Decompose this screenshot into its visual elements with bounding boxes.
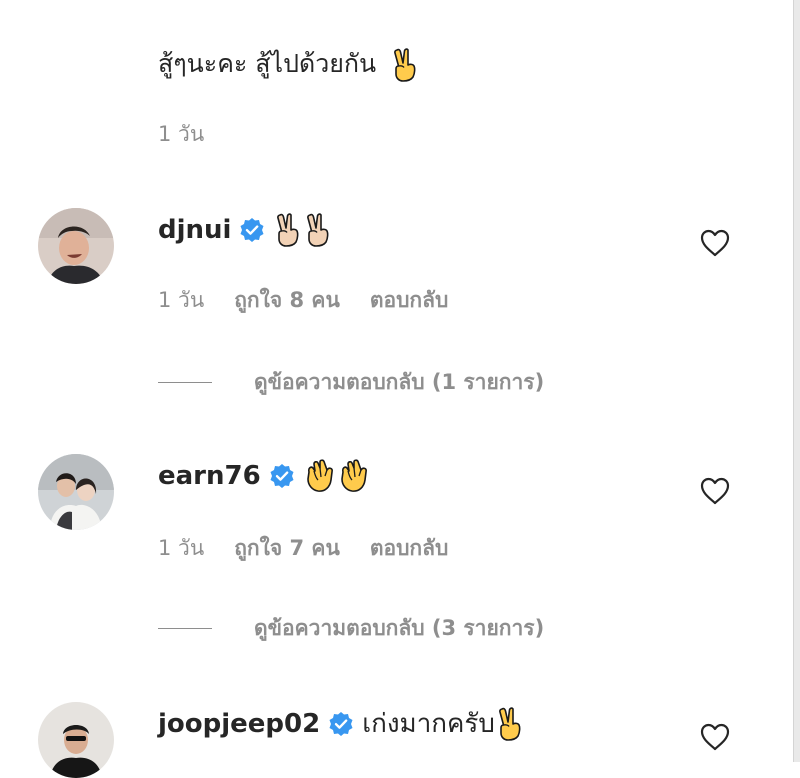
avatar[interactable] [38, 702, 114, 778]
reply-button[interactable]: ตอบกลับ [370, 532, 449, 564]
caption-text: สู้ๆนะคะ สู้ไปด้วยกัน [158, 49, 377, 78]
comment-timestamp: 1 วัน [158, 536, 205, 560]
view-replies-button[interactable]: ดูข้อความตอบกลับ (1 รายการ) [158, 366, 544, 398]
view-replies-button[interactable]: ดูข้อความตอบกลับ (3 รายการ) [158, 612, 544, 644]
avatar-image-icon [38, 702, 114, 778]
caption-timestamp: 1 วัน [158, 122, 205, 146]
heart-icon[interactable] [698, 720, 732, 754]
heart-icon[interactable] [698, 226, 732, 260]
victory-hand-icon [498, 707, 521, 741]
verified-badge-icon [240, 218, 264, 242]
heart-icon[interactable] [698, 474, 732, 508]
victory-hand-icon [277, 213, 299, 247]
reply-button[interactable]: ตอบกลับ [370, 284, 449, 316]
victory-hand-icon [394, 48, 416, 82]
clapping-hands-icon [306, 459, 333, 492]
scrollbar-track[interactable] [793, 0, 800, 762]
likes-count[interactable]: ถูกใจ 8 คน [234, 284, 340, 316]
likes-count[interactable]: ถูกใจ 7 คน [234, 532, 340, 564]
avatar[interactable] [38, 454, 114, 530]
comment-meta: 1 วัน ถูกใจ 7 คน ตอบกลับ [158, 532, 478, 564]
avatar[interactable] [38, 208, 114, 284]
victory-hand-icon [307, 213, 329, 247]
divider [158, 381, 212, 383]
view-replies-label[interactable]: ดูข้อความตอบกลับ (3 รายการ) [254, 612, 544, 644]
verified-badge-icon [270, 464, 294, 488]
view-replies-label[interactable]: ดูข้อความตอบกลับ (1 รายการ) [254, 366, 544, 398]
comment-text: เก่งมากครับ [362, 709, 495, 739]
caption: สู้ๆนะคะ สู้ไปด้วยกัน [158, 44, 420, 84]
comment-line: earn76 [158, 456, 371, 496]
avatar-image-icon [38, 208, 114, 284]
username[interactable]: djnui [158, 210, 231, 250]
clapping-hands-icon [340, 459, 367, 492]
username[interactable]: joopjeep02 [158, 704, 320, 744]
avatar-image-icon [38, 454, 114, 530]
comment-line: djnui [158, 210, 333, 250]
divider [158, 627, 212, 629]
comment-meta: 1 วัน ถูกใจ 8 คน ตอบกลับ [158, 284, 478, 316]
comment-line: joopjeep02 เก่งมากครับ [158, 704, 525, 744]
username[interactable]: earn76 [158, 456, 261, 496]
verified-badge-icon [329, 712, 353, 736]
comment-timestamp: 1 วัน [158, 288, 205, 312]
